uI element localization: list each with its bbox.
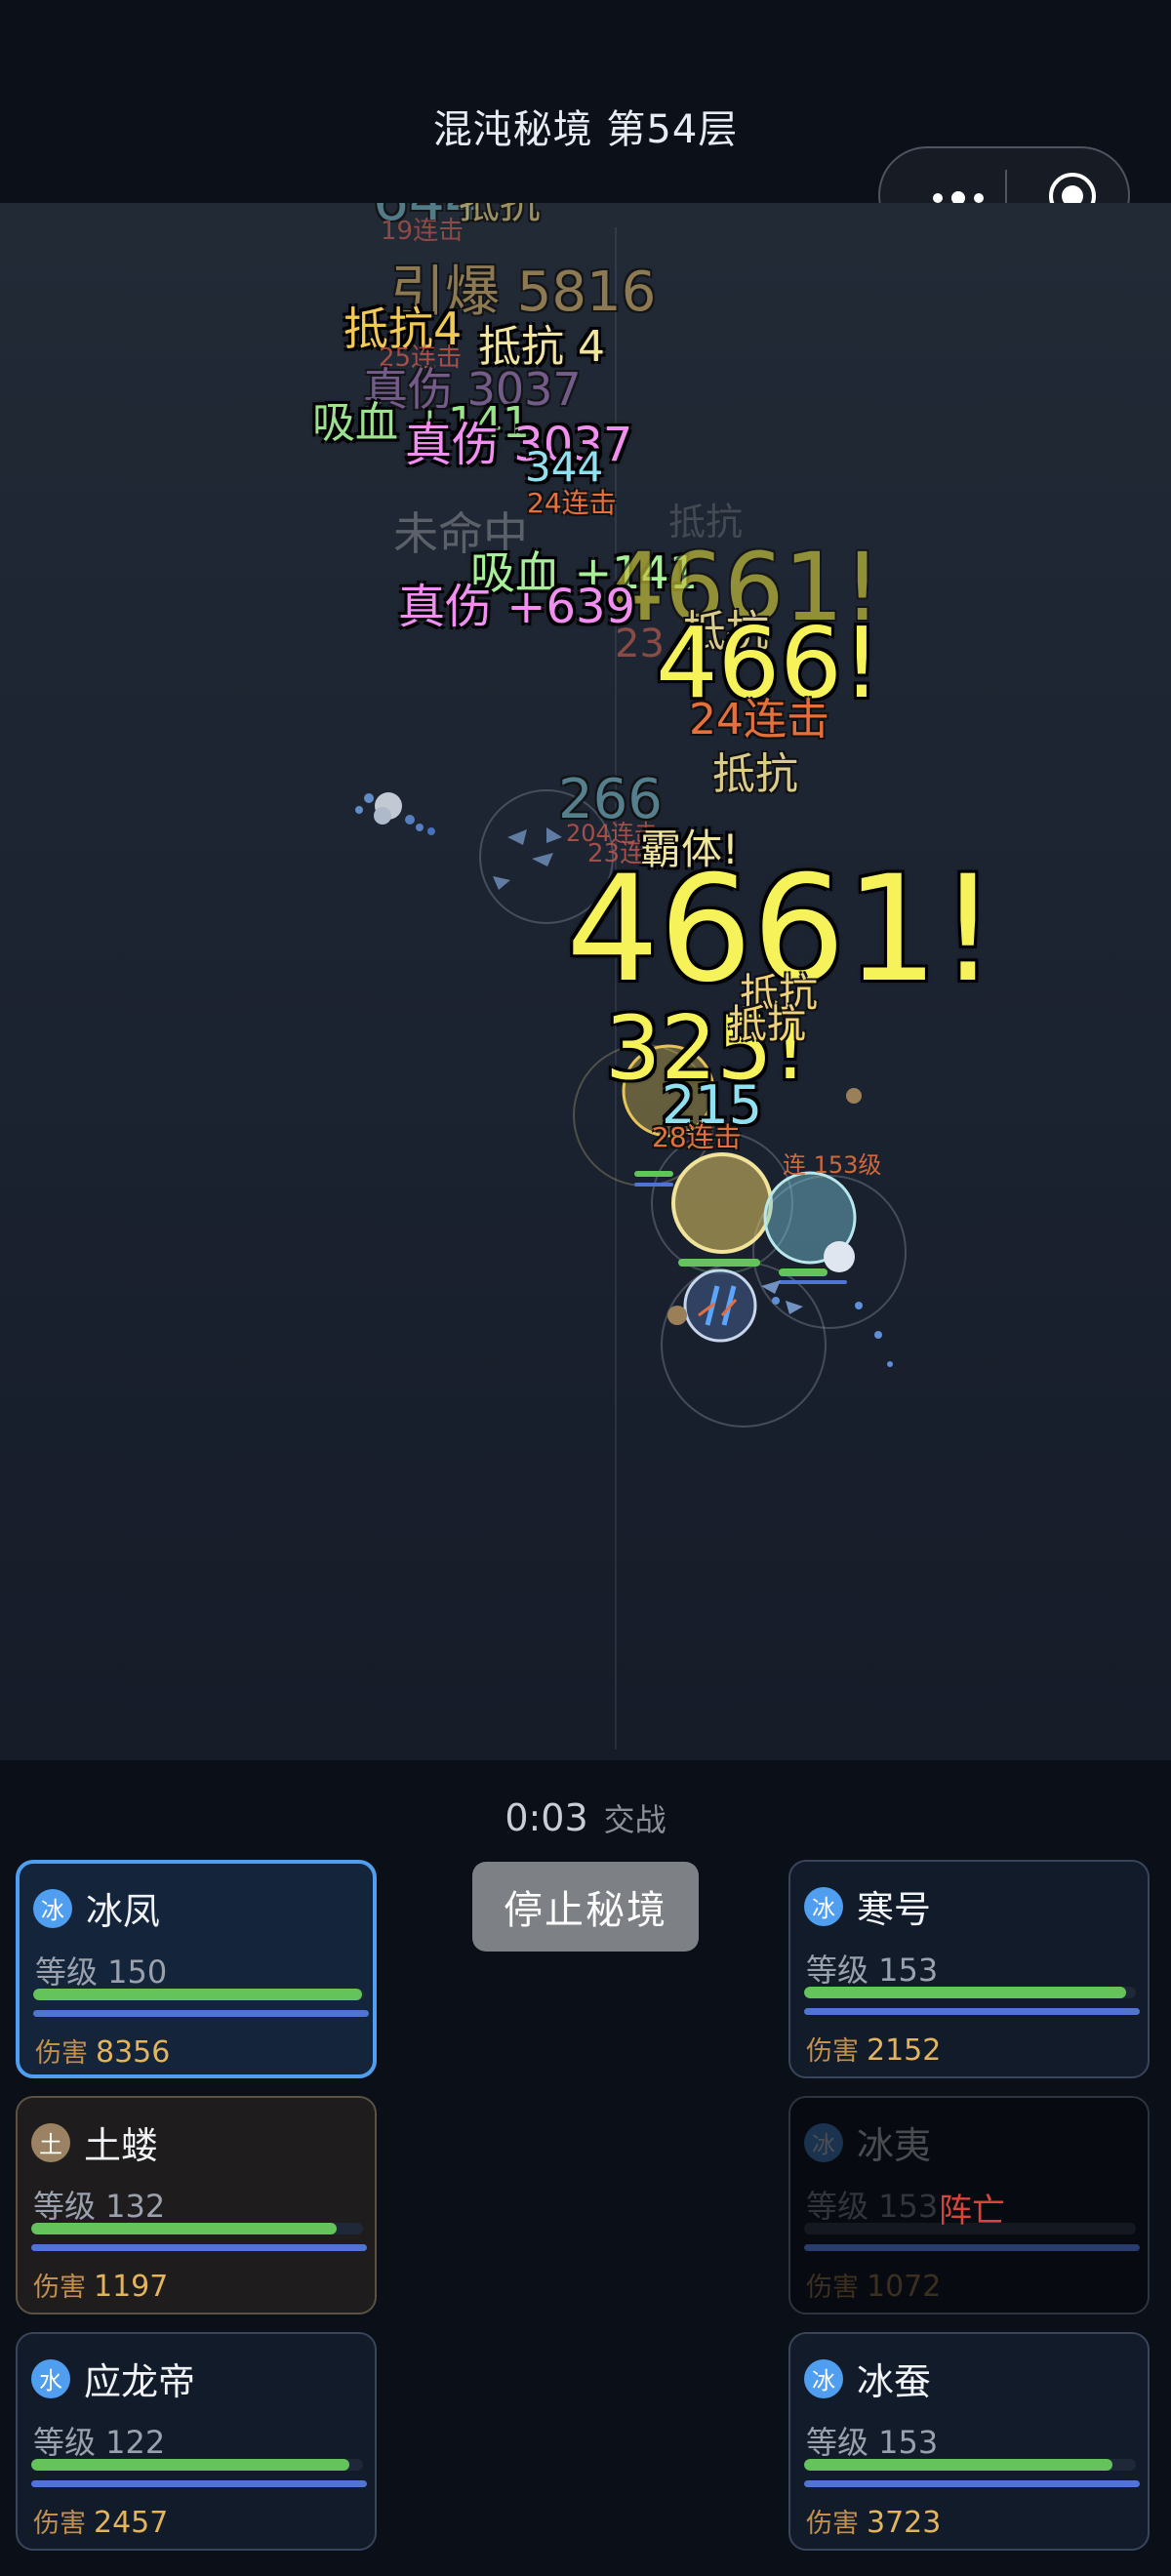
floating-combat-text: 24连击 xyxy=(527,487,617,519)
element-badge: 冰 xyxy=(804,1886,843,1926)
pet-damage: 伤害 1072 xyxy=(806,2266,941,2304)
mp-bar xyxy=(804,2008,1140,2015)
floating-combat-text: 19连击 xyxy=(381,217,464,246)
damage-value: 2152 xyxy=(867,2033,942,2068)
hp-bar xyxy=(31,2223,363,2234)
hp-bar-fill xyxy=(31,2459,350,2471)
damage-label: 伤害 xyxy=(806,2036,859,2067)
damage-label: 伤害 xyxy=(806,2509,859,2539)
element-badge: 冰 xyxy=(804,2122,843,2162)
floating-combat-text: 抵抗 xyxy=(712,749,798,799)
floating-combat-text: 344 xyxy=(525,443,604,491)
pet-card[interactable]: 冰寒号等级 153 伤害 2152 xyxy=(788,1860,1150,2078)
pet-name: 冰夷 xyxy=(857,2124,932,2167)
pet-name: 寒号 xyxy=(857,1888,932,1931)
damage-value: 2457 xyxy=(94,2506,169,2540)
pet-card-header: 冰冰蚕 xyxy=(804,2352,931,2405)
hp-bar xyxy=(804,2459,1136,2471)
mp-bar xyxy=(31,2480,367,2487)
pet-level: 等级 153 xyxy=(806,1952,939,1989)
pet-level: 等级 132 xyxy=(33,2188,166,2225)
floating-combat-text: 抵抗 xyxy=(728,1002,806,1047)
hp-bar-fill xyxy=(804,2459,1113,2471)
mp-bar xyxy=(804,2480,1140,2487)
hp-bar-fill xyxy=(804,1987,1126,1998)
floating-combat-text: 真伤 +639 xyxy=(398,580,636,634)
floating-combat-text: 抵抗 xyxy=(459,203,542,227)
pet-name: 冰蚕 xyxy=(857,2360,932,2403)
pet-card[interactable]: 冰冰凤等级 150 伤害 8356 xyxy=(16,1860,377,2078)
pet-damage: 伤害 2457 xyxy=(33,2502,168,2540)
damage-value: 8356 xyxy=(96,2035,171,2070)
floating-combat-text: 24连击 xyxy=(689,695,829,745)
mp-bar xyxy=(31,2244,367,2251)
element-badge: 水 xyxy=(31,2358,70,2398)
element-badge: 土 xyxy=(31,2122,70,2162)
battle-phase: 交战 xyxy=(603,1801,666,1838)
hp-bar xyxy=(33,1989,365,2000)
hp-bar xyxy=(31,2459,363,2471)
floating-combat-text: 28连击 xyxy=(652,1121,742,1153)
damage-label: 伤害 xyxy=(35,2038,88,2069)
mp-bar xyxy=(804,2244,1140,2251)
damage-value: 1197 xyxy=(94,2270,169,2304)
hp-bar xyxy=(804,1987,1136,1998)
pet-name: 土蝼 xyxy=(84,2124,159,2167)
pet-card-header: 土土蝼 xyxy=(31,2115,158,2169)
pet-card[interactable]: 水应龙帝等级 122 伤害 2457 xyxy=(16,2332,377,2551)
pet-name: 应龙帝 xyxy=(84,2360,196,2403)
pet-card-header: 冰冰凤 xyxy=(33,1881,160,1935)
battle-arena: 644抵抗19连击引爆 5816抵抗425连击抵抗 4真伤 3037吸血 +14… xyxy=(0,203,1171,1760)
pet-card[interactable]: 冰冰蚕等级 153 伤害 3723 xyxy=(788,2332,1150,2551)
damage-value: 3723 xyxy=(867,2506,942,2540)
damage-label: 伤害 xyxy=(33,2273,86,2303)
pet-level: 等级 153 xyxy=(806,2188,939,2225)
floating-combat-text: 连 153级 xyxy=(783,1151,882,1179)
pet-card[interactable]: 土土蝼等级 132 伤害 1197 xyxy=(16,2096,377,2314)
dead-status: 阵亡 xyxy=(939,2192,1005,2231)
battle-timer: 0:03 交战 xyxy=(0,1795,1171,1840)
mp-bar xyxy=(33,2010,369,2017)
pet-card-header: 冰冰夷 xyxy=(804,2115,931,2169)
pet-name: 冰凤 xyxy=(86,1890,161,1933)
element-badge: 冰 xyxy=(33,1888,72,1928)
pet-level: 等级 122 xyxy=(33,2424,166,2461)
damage-label: 伤害 xyxy=(33,2509,86,2539)
pet-damage: 伤害 3723 xyxy=(806,2502,941,2540)
pet-card-header: 冰寒号 xyxy=(804,1879,931,1933)
hp-bar-fill xyxy=(33,1989,362,2000)
pet-damage: 伤害 1197 xyxy=(33,2266,168,2304)
battle-time: 0:03 xyxy=(505,1796,588,1839)
pet-card[interactable]: 冰冰夷等级 153 伤害 1072 阵亡 xyxy=(788,2096,1150,2314)
damage-value: 1072 xyxy=(867,2270,942,2304)
pet-damage: 伤害 2152 xyxy=(806,2030,941,2068)
element-badge: 冰 xyxy=(804,2358,843,2398)
damage-label: 伤害 xyxy=(806,2273,859,2303)
stop-realm-button[interactable]: 停止秘境 xyxy=(472,1862,699,1952)
pet-level: 等级 150 xyxy=(35,1953,168,1991)
hp-bar-fill xyxy=(31,2223,337,2234)
pet-level: 等级 153 xyxy=(806,2424,939,2461)
pet-card-header: 水应龙帝 xyxy=(31,2352,195,2405)
nav-header: 混沌秘境 第54层 xyxy=(0,0,1171,244)
pet-damage: 伤害 8356 xyxy=(35,2032,170,2070)
